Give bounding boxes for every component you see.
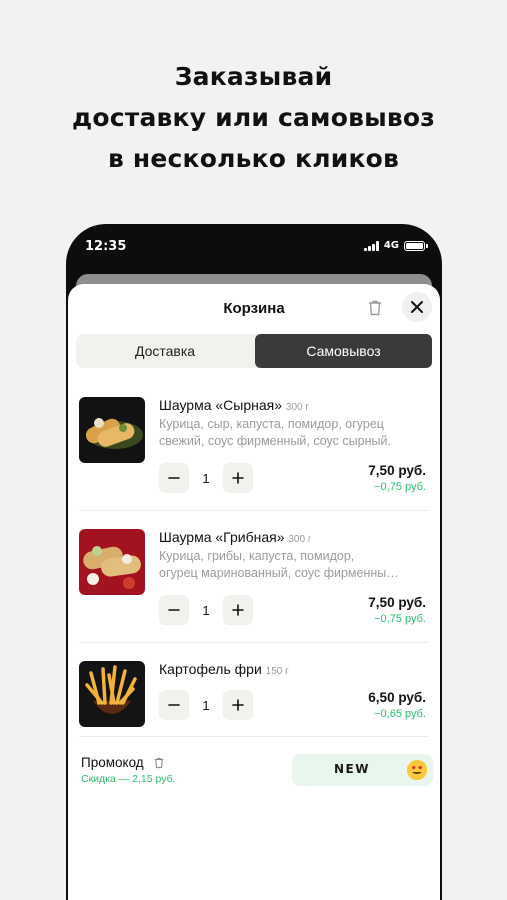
increase-button[interactable]	[223, 595, 253, 625]
decrease-button[interactable]	[159, 690, 189, 720]
trash-icon[interactable]	[365, 298, 385, 318]
decrease-button[interactable]	[159, 463, 189, 493]
item-image-shawarma-cheese	[79, 397, 145, 463]
item-image-shawarma-mushroom	[79, 529, 145, 595]
item-description-line-1: Курица, грибы, капуста, помидор,	[159, 549, 355, 563]
item-discount: −0,75 руб.	[374, 481, 426, 493]
quantity-value: 1	[202, 602, 210, 618]
decrease-button[interactable]	[159, 595, 189, 625]
plus-icon	[232, 604, 244, 616]
item-name: Шаурма «Сырная» 300 г	[159, 397, 310, 413]
item-price: 6,50 руб.	[368, 690, 426, 705]
item-name: Шаурма «Грибная» 300 г	[159, 529, 312, 545]
quantity-value: 1	[202, 697, 210, 713]
status-bar: 12:35 4G	[66, 224, 442, 272]
item-description-line-2: огурец маринованный, соус фирменны…	[159, 566, 399, 580]
item-weight: 150 г	[265, 666, 289, 677]
item-weight: 300 г	[285, 402, 310, 413]
promo-code-button[interactable]: NEW	[292, 754, 433, 786]
minus-icon	[168, 477, 180, 479]
quantity-value: 1	[202, 470, 210, 486]
plus-icon	[232, 699, 244, 711]
phone-frame: 12:35 4G Корзина Доставка Самовывоз Шаур…	[66, 224, 442, 900]
close-button[interactable]	[402, 292, 432, 322]
divider	[79, 642, 429, 643]
signal-icon	[364, 240, 379, 251]
divider	[79, 736, 429, 737]
headline: Заказывай доставку или самовывоз в неско…	[0, 56, 507, 179]
item-price: 7,50 руб.	[368, 595, 426, 610]
delivery-mode-switch: Доставка Самовывоз	[76, 334, 432, 368]
promo-code: NEW	[334, 762, 370, 776]
item-description: Курица, сыр, капуста, помидор, огурец св…	[159, 417, 391, 448]
quantity-stepper: 1	[159, 463, 253, 493]
status-icons: 4G	[364, 240, 428, 251]
promo-label: Промокод	[81, 755, 166, 770]
headline-line-3: в несколько кликов	[107, 144, 400, 173]
close-icon	[411, 301, 423, 313]
divider	[79, 510, 429, 511]
item-price: 7,50 руб.	[368, 463, 426, 478]
cart-sheet: Корзина Доставка Самовывоз Шаурма «Сырна…	[68, 284, 440, 900]
status-time: 12:35	[85, 239, 127, 254]
item-discount: −0,75 руб.	[374, 613, 426, 625]
promo-discount-text: Скидка — 2,15 руб.	[81, 773, 176, 785]
plus-icon	[232, 472, 244, 484]
headline-line-1: Заказывай	[174, 62, 333, 91]
item-weight: 300 г	[288, 534, 312, 545]
item-name: Картофель фри 150 г	[159, 661, 289, 677]
item-discount: −0,65 руб.	[374, 708, 426, 720]
item-image-fries	[79, 661, 145, 727]
increase-button[interactable]	[223, 690, 253, 720]
heart-eyes-emoji-icon	[407, 760, 427, 780]
quantity-stepper: 1	[159, 595, 253, 625]
minus-icon	[168, 704, 180, 706]
quantity-stepper: 1	[159, 690, 253, 720]
increase-button[interactable]	[223, 463, 253, 493]
network-type: 4G	[383, 240, 399, 251]
headline-line-2: доставку или самовывоз	[71, 103, 436, 132]
trash-icon[interactable]	[152, 756, 166, 770]
tab-pickup[interactable]: Самовывоз	[255, 334, 432, 368]
tab-delivery[interactable]: Доставка	[76, 334, 254, 368]
item-description: Курица, грибы, капуста, помидор, огурец …	[159, 548, 429, 582]
battery-icon	[404, 240, 428, 251]
minus-icon	[168, 609, 180, 611]
